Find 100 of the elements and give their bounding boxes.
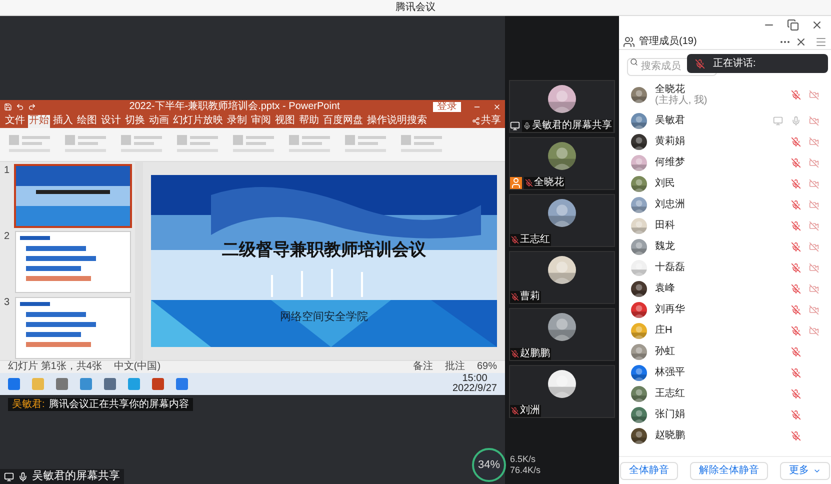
redo-icon[interactable] xyxy=(28,103,36,111)
member-row[interactable]: 魏龙 xyxy=(619,236,831,257)
panel-title: 管理成员(19) xyxy=(639,36,698,46)
mic-muted-icon[interactable] xyxy=(791,262,801,272)
mic-muted-icon xyxy=(695,58,705,68)
restore-icon[interactable] xyxy=(787,19,799,31)
panel-button[interactable]: 全体静音 xyxy=(620,462,678,480)
mic-muted-icon[interactable] xyxy=(791,430,801,440)
ribbon-tab[interactable]: 视图 xyxy=(274,116,296,128)
ribbon-tab[interactable]: 动画 xyxy=(148,116,170,128)
mic-muted-icon[interactable] xyxy=(511,236,519,244)
member-row[interactable]: 吴敏君 xyxy=(619,110,831,131)
ribbon-tab[interactable]: 设计 xyxy=(100,116,122,128)
window-title: 2022-下半年-兼职教师培训会.pptx - PowerPoint xyxy=(128,102,341,112)
camera-off-icon[interactable] xyxy=(809,90,819,100)
slide-subtitle: 网络空间安全学院 xyxy=(280,312,368,323)
close-icon[interactable] xyxy=(493,103,501,111)
camera-off-icon[interactable] xyxy=(809,116,819,126)
mic-muted-icon[interactable] xyxy=(791,178,801,188)
mic-icon xyxy=(18,472,28,482)
mic-muted-icon[interactable] xyxy=(791,242,801,252)
ribbon-tab[interactable]: 开始 xyxy=(28,115,50,128)
mic-muted-icon[interactable] xyxy=(791,158,801,168)
video-tile[interactable]: 吴敏君的屏幕共享 xyxy=(509,80,615,133)
close-icon[interactable] xyxy=(811,19,823,31)
camera-off-icon[interactable] xyxy=(809,178,819,188)
camera-off-icon[interactable] xyxy=(809,242,819,252)
video-tile[interactable]: 曹莉 xyxy=(509,251,615,304)
camera-off-icon[interactable] xyxy=(809,200,819,210)
panel-button[interactable]: 解除全体静音 xyxy=(690,462,768,480)
member-row[interactable]: 孙虹 xyxy=(619,341,831,362)
mic-muted-icon[interactable] xyxy=(511,350,519,358)
slide-count: 幻灯片 第1张，共4张 xyxy=(8,362,102,372)
menu-icon[interactable] xyxy=(815,36,827,48)
mic-muted-icon[interactable] xyxy=(791,368,801,378)
ribbon-tab[interactable]: 录制 xyxy=(226,116,248,128)
close-icon[interactable] xyxy=(795,36,807,48)
ribbon-tab[interactable]: 帮助 xyxy=(298,116,320,128)
camera-off-icon[interactable] xyxy=(809,284,819,294)
mic-muted-icon[interactable] xyxy=(511,407,519,415)
member-row[interactable]: 黄莉娟 xyxy=(619,131,831,152)
camera-off-icon[interactable] xyxy=(809,220,819,230)
mic-muted-icon[interactable] xyxy=(791,346,801,356)
member-row[interactable]: 王志红 xyxy=(619,383,831,404)
member-row[interactable]: 十磊磊 xyxy=(619,257,831,278)
ribbon-tab[interactable]: 幻灯片放映 xyxy=(172,116,224,128)
mic-muted-icon[interactable] xyxy=(525,179,533,187)
member-row[interactable]: 赵晓鹏 xyxy=(619,425,831,446)
member-row[interactable]: 刘忠洲 xyxy=(619,194,831,215)
video-tile[interactable]: 赵鹏鹏 xyxy=(509,308,615,361)
mic-muted-icon[interactable] xyxy=(791,304,801,314)
video-tile[interactable]: 全晓花 xyxy=(509,137,615,190)
member-row[interactable]: 刘民 xyxy=(619,173,831,194)
notes-button[interactable]: 备注 xyxy=(412,362,433,372)
ribbon-tab[interactable]: 审阅 xyxy=(250,116,272,128)
member-row[interactable]: 张门娟 xyxy=(619,404,831,425)
mic-muted-icon[interactable] xyxy=(791,388,801,398)
mic-icon[interactable] xyxy=(523,122,531,130)
mic-muted-icon[interactable] xyxy=(791,136,801,146)
ribbon-tab[interactable]: 文件 xyxy=(4,116,26,128)
mic-muted-icon[interactable] xyxy=(791,220,801,230)
slide-number: 1 xyxy=(4,166,11,178)
slide-thumbnail[interactable] xyxy=(16,166,130,226)
ribbon-tab[interactable]: 操作说明搜索 xyxy=(366,116,428,128)
member-row[interactable]: 袁峰 xyxy=(619,278,831,299)
mic-muted-icon[interactable] xyxy=(791,200,801,210)
member-row[interactable]: 全晓花 (主持人, 我) xyxy=(619,80,831,110)
share-button[interactable]: 共享 xyxy=(472,116,501,128)
member-row[interactable]: 林强平 xyxy=(619,362,831,383)
ribbon-tab[interactable]: 百度网盘 xyxy=(322,116,364,128)
video-tile[interactable]: 王志红 xyxy=(509,194,615,247)
undo-icon[interactable] xyxy=(16,103,24,111)
save-icon[interactable] xyxy=(4,103,12,111)
mic-muted-icon[interactable] xyxy=(511,293,519,301)
mic-muted-icon[interactable] xyxy=(791,284,801,294)
app-icon[interactable] xyxy=(152,378,164,390)
comments-button[interactable]: 批注 xyxy=(444,362,465,372)
member-name: 林强平 xyxy=(655,367,686,378)
app-icon[interactable] xyxy=(56,378,68,390)
slide-thumbnail[interactable] xyxy=(16,298,130,358)
video-tile[interactable]: 刘洲 xyxy=(509,365,615,418)
scrollbar[interactable] xyxy=(135,162,143,360)
member-row[interactable]: 庄H xyxy=(619,320,831,341)
mic-muted-icon[interactable] xyxy=(791,410,801,420)
member-row[interactable]: 刘再华 xyxy=(619,299,831,320)
mic-muted-icon[interactable] xyxy=(791,90,801,100)
slide-thumbnail[interactable] xyxy=(16,232,130,292)
mic-muted-icon[interactable] xyxy=(791,326,801,336)
camera-off-icon[interactable] xyxy=(809,136,819,146)
ribbon-tab[interactable]: 插入 xyxy=(52,116,74,128)
camera-off-icon[interactable] xyxy=(809,326,819,336)
member-row[interactable]: 何维梦 xyxy=(619,152,831,173)
camera-off-icon[interactable] xyxy=(809,304,819,314)
ribbon-tab[interactable]: 绘图 xyxy=(76,116,98,128)
panel-button[interactable]: 更多 xyxy=(780,462,830,480)
member-row[interactable]: 田科 xyxy=(619,215,831,236)
camera-off-icon[interactable] xyxy=(809,158,819,168)
camera-off-icon[interactable] xyxy=(809,262,819,272)
ribbon-tab[interactable]: 切换 xyxy=(124,116,146,128)
app-icon[interactable] xyxy=(104,378,116,390)
